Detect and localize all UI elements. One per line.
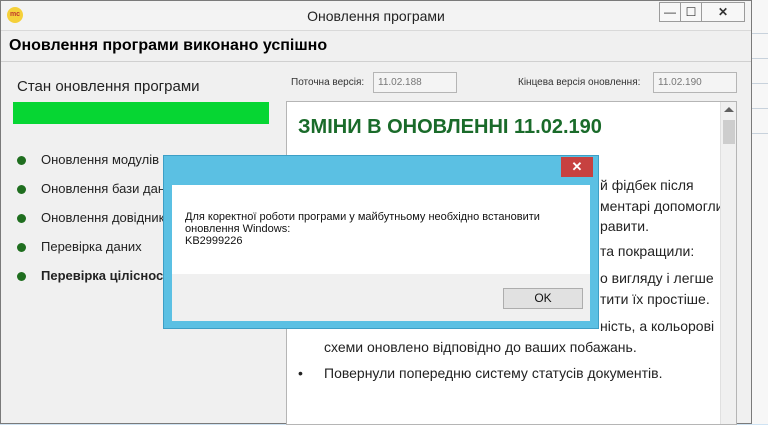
bullet-icon — [17, 272, 26, 281]
windows-update-dialog: ✕ Для коректної роботи програми у майбут… — [163, 155, 599, 329]
step-label: Перевірка даних — [41, 239, 142, 254]
notes-text: Повернули попередню систему статусів док… — [324, 365, 663, 381]
notes-text: тити їх простіше. — [600, 291, 710, 307]
vertical-scrollbar[interactable] — [720, 102, 736, 424]
notes-text: о вигляду і легше — [600, 270, 714, 286]
status-title: Стан оновлення програми — [17, 78, 200, 95]
final-version-label: Кінцева версія оновлення: — [518, 77, 641, 88]
dialog-message: Для коректної роботи програми у майбутнь… — [185, 211, 540, 247]
title-bar[interactable]: mc Оновлення програми — ☐ ✕ — [1, 1, 751, 31]
dialog-footer: OK — [172, 274, 590, 321]
close-button[interactable]: ✕ — [701, 2, 745, 22]
step-item-integrity-check: Перевірка цілісності — [17, 267, 187, 296]
maximize-button[interactable]: ☐ — [680, 2, 702, 22]
minimize-button[interactable]: — — [659, 2, 681, 22]
background-gridline — [752, 58, 768, 59]
dialog-message-line: оновлення Windows: — [185, 223, 291, 235]
dialog-message-area: Для коректної роботи програми у майбутнь… — [172, 185, 590, 274]
step-label: Перевірка цілісності — [41, 268, 174, 283]
scroll-up-arrow-icon[interactable] — [724, 107, 734, 112]
dialog-message-line: Для коректної роботи програми у майбутнь… — [185, 211, 540, 223]
notes-text: схеми оновлено відповідно до ваших побаж… — [324, 339, 637, 355]
ok-button[interactable]: OK — [503, 288, 583, 309]
step-item-directories: Оновлення довідників — [17, 209, 187, 238]
step-item-data-check: Перевірка даних — [17, 238, 187, 267]
release-notes-title: ЗМІНИ В ОНОВЛЕННІ 11.02.190 — [298, 116, 602, 138]
progress-bar — [13, 102, 269, 124]
bullet-icon — [17, 243, 26, 252]
bullet-icon — [17, 185, 26, 194]
bullet-icon: • — [298, 365, 303, 381]
notes-text: та покращили: — [600, 243, 695, 259]
divider — [1, 61, 751, 62]
current-version-field: 11.02.188 — [373, 72, 457, 93]
scrollbar-thumb[interactable] — [723, 120, 735, 144]
dialog-close-button[interactable]: ✕ — [561, 157, 593, 177]
step-item-database: Оновлення бази даних — [17, 180, 187, 209]
step-label: Оновлення довідників — [41, 210, 175, 225]
background-window-edge — [752, 0, 768, 424]
background-gridline — [752, 133, 768, 134]
step-item-modules: Оновлення модулів програми — [17, 151, 187, 180]
background-gridline — [752, 108, 768, 109]
bullet-icon — [17, 214, 26, 223]
background-gridline — [752, 83, 768, 84]
bullet-icon — [17, 156, 26, 165]
notes-text: равити. — [600, 218, 649, 234]
notes-text: ність, а кольорові — [600, 318, 715, 334]
step-label: Оновлення бази даних — [41, 181, 179, 196]
current-version-label: Поточна версія: — [291, 77, 365, 88]
notes-text: ментарі допомогли — [600, 198, 724, 214]
window-title: Оновлення програми — [307, 8, 445, 24]
notes-text: й фідбек після — [600, 177, 694, 193]
background-gridline — [752, 33, 768, 34]
final-version-field: 11.02.190 — [653, 72, 737, 93]
page-title: Оновлення програми виконано успішно — [9, 37, 328, 54]
update-steps-list: Оновлення модулів програми Оновлення баз… — [17, 151, 187, 296]
dialog-kb-number: KB2999226 — [185, 235, 243, 247]
